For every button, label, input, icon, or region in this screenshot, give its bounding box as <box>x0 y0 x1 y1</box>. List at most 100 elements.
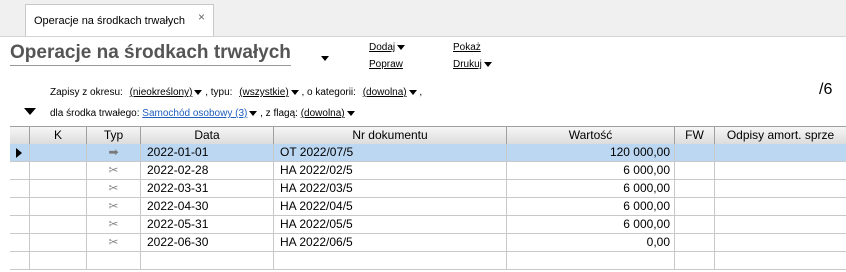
table-row[interactable]: ✂ 2022-04-30 HA 2022/04/5 6 000,00 <box>10 198 846 216</box>
drukuj-label: Drukuj <box>453 59 482 70</box>
cell-data: 2022-02-28 <box>141 162 274 179</box>
table-row[interactable]: ✂ 2022-06-30 HA 2022/06/5 0,00 <box>10 234 846 252</box>
cell-data: 2022-05-31 <box>141 216 274 233</box>
row-indicator <box>10 198 30 215</box>
cell-data <box>141 252 274 269</box>
cell-empty <box>675 180 715 197</box>
cell-nr <box>274 252 507 269</box>
cell-wartosc: 6 000,00 <box>507 162 675 179</box>
header-wartosc[interactable]: Wartość <box>507 127 675 144</box>
row-indicator <box>10 252 30 269</box>
srodek-label: dla środka trwałego: <box>50 108 140 119</box>
cell-empty <box>30 144 87 161</box>
cell-empty <box>715 180 846 197</box>
page-title[interactable]: Operacje na środkach trwałych <box>10 42 291 66</box>
header-fw[interactable]: FW <box>675 127 715 144</box>
cell-data: 2022-01-01 <box>141 144 274 161</box>
cell-empty <box>30 216 87 233</box>
header-data[interactable]: Data <box>141 127 274 144</box>
cell-data: 2022-04-30 <box>141 198 274 215</box>
scissors-icon: ✂ <box>108 235 119 249</box>
kategorii-label: , o kategorii: <box>301 87 356 98</box>
table-row[interactable]: ➡ 2022-01-01 OT 2022/07/5 120 000,00 <box>10 144 846 162</box>
table-header: K Typ Data Nr dokumentu Wartość FW Odpis… <box>10 126 846 145</box>
cell-wartosc <box>507 252 675 269</box>
cell-wartosc: 6 000,00 <box>507 180 675 197</box>
cell-empty <box>715 234 846 251</box>
row-indicator <box>10 234 30 251</box>
header-nr-dokumentu[interactable]: Nr dokumentu <box>274 127 507 144</box>
record-count: /6 <box>819 81 833 98</box>
drukuj-menu[interactable]: Drukuj <box>453 59 492 70</box>
cell-nr: OT 2022/07/5 <box>274 144 507 161</box>
filter-line-1: Zapisy z okresu: (nieokreślony) , typu: … <box>50 87 422 98</box>
okres-value: (nieokreślony) <box>129 87 193 98</box>
chevron-down-icon <box>249 110 258 116</box>
srodek-select[interactable]: Samochód osobowy (3) <box>142 108 258 119</box>
header-k[interactable]: K <box>30 127 87 144</box>
row-indicator <box>10 162 30 179</box>
cell-empty <box>675 234 715 251</box>
dodaj-label: Dodaj <box>369 42 396 53</box>
current-row-pointer-icon <box>16 148 22 158</box>
typu-select[interactable]: (wszystkie) <box>239 87 299 98</box>
cell-wartosc: 6 000,00 <box>507 198 675 215</box>
popraw-link[interactable]: Popraw <box>369 59 403 70</box>
table-row[interactable] <box>10 252 846 270</box>
cell-wartosc: 120 000,00 <box>507 144 675 161</box>
okres-select[interactable]: (nieokreślony) <box>130 87 203 98</box>
tab-label: Operacje na środkach trwałych <box>34 15 186 27</box>
flaga-select[interactable]: (dowolna) <box>301 108 355 119</box>
table-row[interactable]: ✂ 2022-02-28 HA 2022/02/5 6 000,00 <box>10 162 846 180</box>
filter-line-2: dla środka trwałego: Samochód osobowy (3… <box>50 108 355 119</box>
cell-nr: HA 2022/04/5 <box>274 198 507 215</box>
header-odpisy[interactable]: Odpisy amort. sprze <box>715 127 846 144</box>
cell-empty <box>30 252 87 269</box>
kategorii-select[interactable]: (dowolna) <box>363 87 417 98</box>
cell-typ: ✂ <box>87 180 141 197</box>
scissors-icon: ✂ <box>108 163 119 177</box>
flaga-value: (dowolna) <box>300 108 345 119</box>
kategorii-value: (dowolna) <box>362 87 407 98</box>
row-indicator <box>10 216 30 233</box>
chevron-down-icon[interactable] <box>319 50 329 68</box>
dodaj-menu[interactable]: Dodaj <box>369 42 406 53</box>
cell-empty <box>30 162 87 179</box>
table-row[interactable]: ✂ 2022-05-31 HA 2022/05/5 6 000,00 <box>10 216 846 234</box>
cell-typ: ✂ <box>87 216 141 233</box>
chevron-down-icon <box>483 61 492 67</box>
row-indicator <box>10 180 30 197</box>
cell-empty <box>715 198 846 215</box>
chevron-down-icon <box>346 110 355 116</box>
table-row[interactable]: ✂ 2022-03-31 HA 2022/03/5 6 000,00 <box>10 180 846 198</box>
srodek-value: Samochód osobowy (3) <box>142 108 248 119</box>
flaga-label: , z flagą: <box>260 108 298 119</box>
cell-typ: ➡ <box>87 144 141 161</box>
arrow-right-icon: ➡ <box>108 145 119 159</box>
row-indicator <box>10 144 30 161</box>
cell-empty <box>30 180 87 197</box>
scissors-icon: ✂ <box>108 217 119 231</box>
chevron-down-icon <box>194 89 203 95</box>
cell-data: 2022-06-30 <box>141 234 274 251</box>
close-icon[interactable]: × <box>198 10 205 24</box>
cell-empty <box>30 198 87 215</box>
chevron-down-icon <box>408 89 417 95</box>
typu-value: (wszystkie) <box>239 87 289 98</box>
cell-wartosc: 0,00 <box>507 234 675 251</box>
pokaz-link[interactable]: Pokaż <box>453 42 481 53</box>
cell-data: 2022-03-31 <box>141 180 274 197</box>
cell-empty <box>30 234 87 251</box>
tab-operacje[interactable]: Operacje na środkach trwałych × <box>25 4 214 36</box>
cell-nr: HA 2022/03/5 <box>274 180 507 197</box>
cell-empty <box>715 216 846 233</box>
collapse-filters-icon[interactable] <box>22 103 36 121</box>
tab-strip: Operacje na środkach trwałych × <box>0 0 846 37</box>
cell-nr: HA 2022/06/5 <box>274 234 507 251</box>
cell-empty <box>675 162 715 179</box>
cell-empty <box>675 198 715 215</box>
cell-nr: HA 2022/05/5 <box>274 216 507 233</box>
okres-label: Zapisy z okresu: <box>50 87 123 98</box>
header-typ[interactable]: Typ <box>87 127 141 144</box>
scissors-icon: ✂ <box>108 181 119 195</box>
